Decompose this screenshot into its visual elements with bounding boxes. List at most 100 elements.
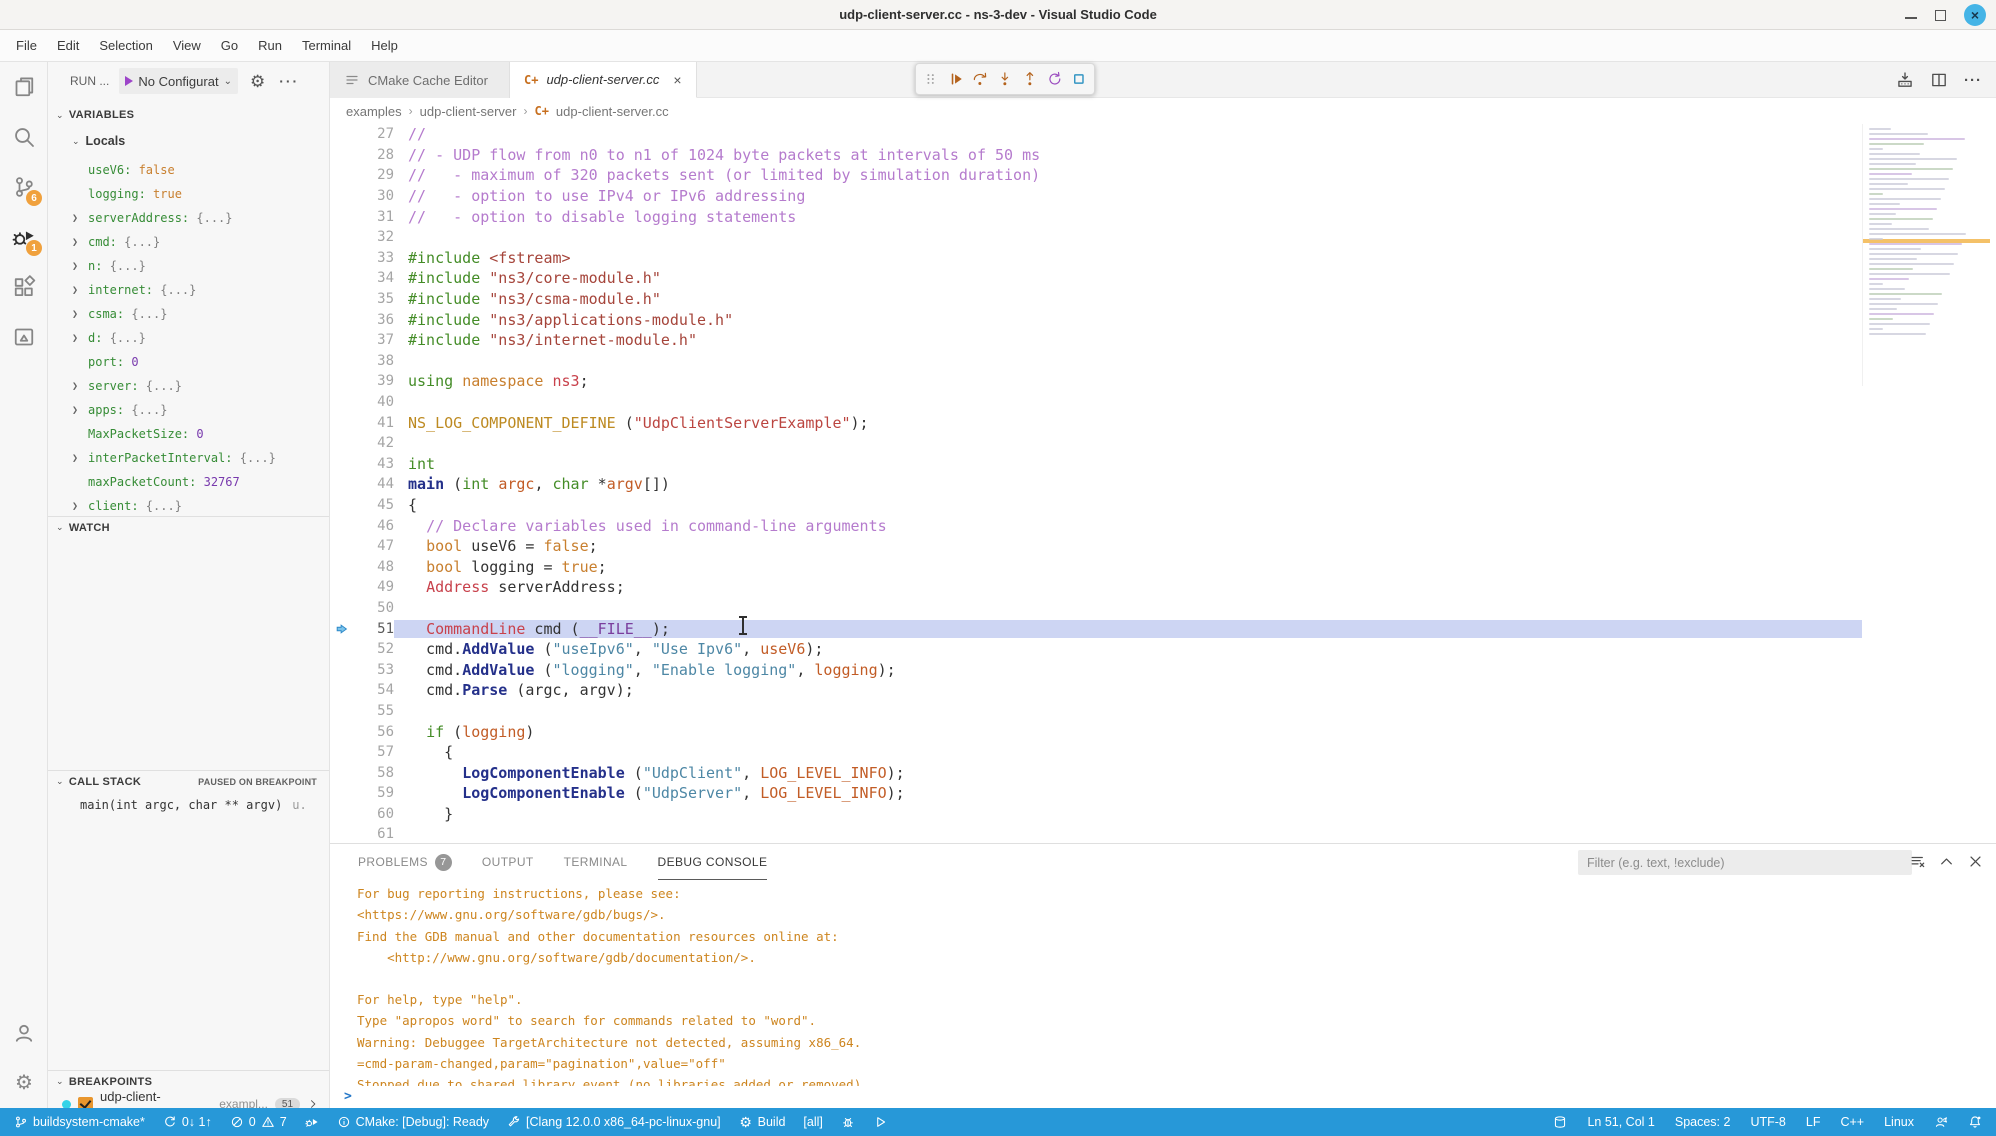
code-line[interactable]: 29// - maximum of 320 packets sent (or l…	[330, 165, 1996, 186]
panel-tab-debug-console[interactable]: DEBUG CONSOLE	[658, 844, 768, 880]
close-panel-icon[interactable]	[1967, 853, 1984, 870]
variable-row[interactable]: port: 0	[48, 350, 329, 374]
variable-row[interactable]: logging: true	[48, 182, 329, 206]
breadcrumb[interactable]: examples›udp-client-server›C+udp-client-…	[330, 98, 1860, 124]
breakpoint-row[interactable]: udp-client-server.ccexampl...51	[48, 1092, 329, 1108]
code-line[interactable]: 41NS_LOG_COMPONENT_DEFINE ("UdpClientSer…	[330, 412, 1996, 433]
chevron-right-icon[interactable]: ❯	[72, 309, 88, 320]
line-number[interactable]: 61	[354, 826, 394, 842]
debug-console-filter-input[interactable]	[1578, 850, 1912, 875]
variable-row[interactable]: ❯client: {...}	[48, 494, 329, 518]
status-build[interactable]: ⚙Build	[739, 1115, 786, 1129]
status-ln-51-col-1[interactable]: Ln 51, Col 1	[1587, 1115, 1654, 1129]
code-line[interactable]: 35#include "ns3/csma-module.h"	[330, 289, 1996, 310]
gear-icon[interactable]: ⚙	[250, 73, 265, 90]
code-line[interactable]: 46 // Declare variables used in command-…	[330, 515, 1996, 536]
step-over-icon[interactable]	[972, 69, 988, 89]
variable-row[interactable]: useV6: false	[48, 158, 329, 182]
line-number[interactable]: 48	[354, 559, 394, 575]
line-number[interactable]: 36	[354, 312, 394, 328]
variable-row[interactable]: ❯n: {...}	[48, 254, 329, 278]
line-number[interactable]: 54	[354, 682, 394, 698]
status-spaces-2[interactable]: Spaces: 2	[1675, 1115, 1731, 1129]
split-editor-icon[interactable]	[1930, 71, 1948, 89]
status-clang-12-0-0-x86-64-pc-linux-gnu[interactable]: [Clang 12.0.0 x86_64-pc-linux-gnu]	[507, 1115, 721, 1129]
code-line[interactable]: 33#include <fstream>	[330, 248, 1996, 269]
status-linux[interactable]: Linux	[1884, 1115, 1914, 1129]
panel-tab-output[interactable]: OUTPUT	[482, 844, 534, 880]
menu-view[interactable]: View	[163, 34, 211, 57]
panel-tab-problems[interactable]: PROBLEMS7	[358, 844, 452, 880]
code-line[interactable]: 42	[330, 433, 1996, 454]
activity-explorer[interactable]	[0, 62, 48, 112]
line-number[interactable]: 59	[354, 785, 394, 801]
activity-run-and-debug[interactable]: 1	[0, 212, 48, 262]
menu-go[interactable]: Go	[211, 34, 248, 57]
breadcrumb-item[interactable]: udp-client-server.cc	[556, 104, 669, 119]
code-line[interactable]: 43int	[330, 454, 1996, 475]
chevron-right-icon[interactable]	[307, 1098, 319, 1108]
code-line[interactable]: 28// - UDP flow from n0 to n1 of 1024 by…	[330, 145, 1996, 166]
variable-row[interactable]: ❯csma: {...}	[48, 302, 329, 326]
code-line[interactable]: 58 LogComponentEnable ("UdpClient", LOG_…	[330, 762, 1996, 783]
line-number[interactable]: 55	[354, 703, 394, 719]
breakpoint-checkbox[interactable]	[78, 1097, 93, 1109]
call-stack-section-header[interactable]: ⌄ CALL STACK PAUSED ON BREAKPOINT	[48, 770, 329, 792]
code-line[interactable]: 47 bool useV6 = false;	[330, 536, 1996, 557]
code-line[interactable]: 34#include "ns3/core-module.h"	[330, 268, 1996, 289]
activity-settings[interactable]: ⚙	[0, 1058, 48, 1108]
code-line[interactable]: 59 LogComponentEnable ("UdpServer", LOG_…	[330, 783, 1996, 804]
code-line[interactable]: 44main (int argc, char *argv[])	[330, 474, 1996, 495]
line-number[interactable]: 38	[354, 353, 394, 369]
line-number[interactable]: 56	[354, 724, 394, 740]
line-number[interactable]: 31	[354, 209, 394, 225]
variable-row[interactable]: ❯cmd: {...}	[48, 230, 329, 254]
code-line[interactable]: 40	[330, 392, 1996, 413]
code-line[interactable]: 54 cmd.Parse (argc, argv);	[330, 680, 1996, 701]
line-number[interactable]: 37	[354, 332, 394, 348]
maximize-panel-icon[interactable]	[1938, 853, 1955, 870]
status-buildsystem-cmake[interactable]: buildsystem-cmake*	[14, 1115, 145, 1129]
line-number[interactable]: 32	[354, 229, 394, 245]
chevron-right-icon[interactable]: ❯	[72, 405, 88, 416]
status-bell[interactable]	[1968, 1115, 1982, 1129]
code-line[interactable]: 27//	[330, 124, 1996, 145]
chevron-right-icon[interactable]: ❯	[72, 501, 88, 512]
code-line[interactable]: 48 bool logging = true;	[330, 556, 1996, 577]
line-number[interactable]: 58	[354, 765, 394, 781]
code-line[interactable]: 60 }	[330, 804, 1996, 825]
variable-row[interactable]: MaxPacketSize: 0	[48, 422, 329, 446]
line-number[interactable]: 51	[354, 621, 394, 637]
variable-row[interactable]: maxPacketCount: 32767	[48, 470, 329, 494]
line-number[interactable]: 50	[354, 600, 394, 616]
line-number[interactable]: 28	[354, 147, 394, 163]
variables-section-header[interactable]: ⌄ VARIABLES	[48, 104, 329, 126]
status-debug-alt[interactable]	[305, 1115, 319, 1129]
breadcrumb-item[interactable]: examples	[346, 104, 402, 119]
code-line[interactable]: 32	[330, 227, 1996, 248]
variable-row[interactable]: ❯serverAddress: {...}	[48, 206, 329, 230]
activity-cmake[interactable]	[0, 312, 48, 362]
code-line[interactable]: 37#include "ns3/internet-module.h"	[330, 330, 1996, 351]
line-number[interactable]: 47	[354, 538, 394, 554]
close-icon[interactable]: ×	[1964, 4, 1986, 26]
code-line[interactable]: 38	[330, 351, 1996, 372]
breadcrumb-item[interactable]: udp-client-server	[420, 104, 517, 119]
status-cmake-debug-ready[interactable]: CMake: [Debug]: Ready	[337, 1115, 489, 1129]
status-0-1[interactable]: 0↓ 1↑	[163, 1115, 212, 1129]
status-c[interactable]: C++	[1840, 1115, 1864, 1129]
line-number[interactable]: 44	[354, 476, 394, 492]
code-line[interactable]: 45{	[330, 495, 1996, 516]
line-number[interactable]: 57	[354, 744, 394, 760]
code-line[interactable]: 55	[330, 701, 1996, 722]
line-number[interactable]: 42	[354, 435, 394, 451]
line-number[interactable]: 45	[354, 497, 394, 513]
code-line[interactable]: 57 {	[330, 742, 1996, 763]
code-line[interactable]: 51 CommandLine cmd (__FILE__);	[330, 618, 1996, 639]
line-number[interactable]: 46	[354, 518, 394, 534]
code-line[interactable]: 39using namespace ns3;	[330, 371, 1996, 392]
line-number[interactable]: 43	[354, 456, 394, 472]
maximize-icon[interactable]	[1935, 10, 1946, 21]
menu-run[interactable]: Run	[248, 34, 292, 57]
activity-extensions[interactable]	[0, 262, 48, 312]
